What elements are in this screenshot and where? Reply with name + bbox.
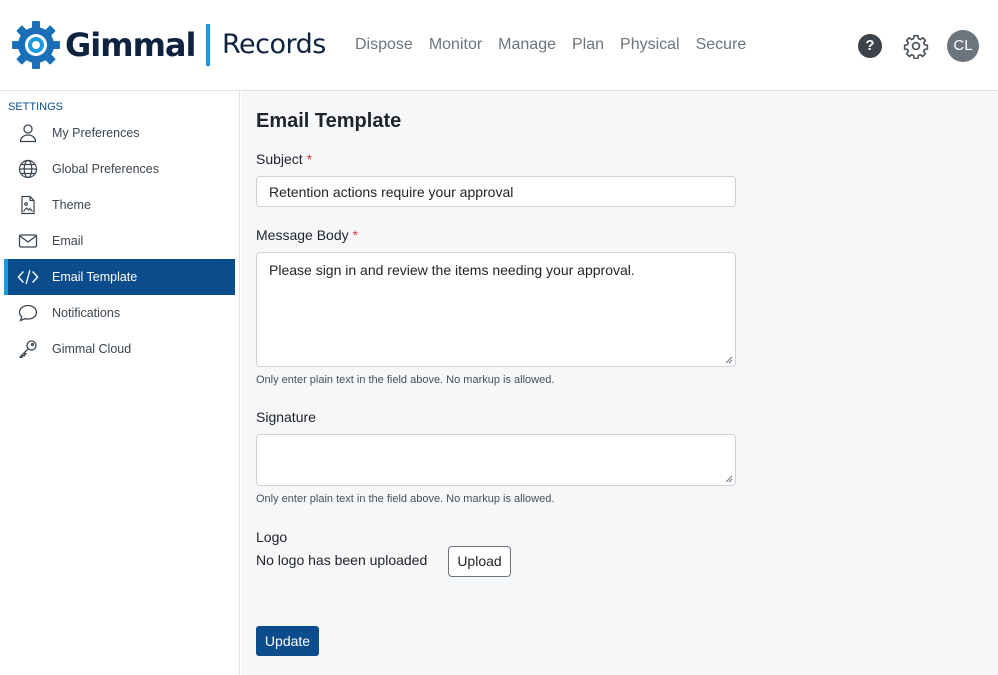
sidebar-item-email-template[interactable]: Email Template (4, 259, 235, 295)
sidebar-item-label: Notifications (52, 306, 121, 320)
required-mark: * (306, 151, 313, 167)
gear-icon[interactable] (903, 33, 929, 59)
signature-help: Only enter plain text in the field above… (256, 493, 555, 505)
sidebar-item-label: Email (52, 234, 84, 248)
sidebar-item-gimmal-cloud[interactable]: Gimmal Cloud (4, 331, 235, 367)
signature-label: Signature (256, 409, 316, 425)
main-content: Email Template Subject * Message Body * … (241, 91, 998, 675)
key-icon (17, 338, 39, 360)
app-name: Records (222, 29, 326, 60)
envelope-icon (17, 230, 39, 252)
subject-input[interactable] (256, 176, 736, 207)
sidebar-item-label: My Preferences (52, 126, 140, 140)
sidebar-heading: SETTINGS (8, 101, 64, 113)
gear-logo-icon (12, 21, 60, 69)
top-header: Gimmal Records Dispose Monitor Manage Pl… (0, 0, 998, 91)
resize-handle-icon[interactable] (725, 356, 733, 364)
code-icon (17, 266, 39, 288)
sidebar-item-label: Theme (52, 198, 91, 212)
nav-manage[interactable]: Manage (498, 36, 556, 54)
sidebar-item-notifications[interactable]: Notifications (4, 295, 235, 331)
sidebar-item-label: Gimmal Cloud (52, 342, 132, 356)
message-body-label: Message Body * (256, 227, 358, 243)
sidebar-item-label: Email Template (52, 270, 138, 284)
signature-textarea[interactable] (256, 434, 736, 486)
sidebar-item-label: Global Preferences (52, 162, 160, 176)
logo-divider (206, 24, 210, 66)
nav-monitor[interactable]: Monitor (429, 36, 482, 54)
sidebar-item-theme[interactable]: Theme (4, 187, 235, 223)
logo-label: Logo (256, 529, 288, 545)
nav-plan[interactable]: Plan (572, 36, 604, 54)
nav-secure[interactable]: Secure (696, 36, 747, 54)
main-nav: Dispose Monitor Manage Plan Physical Sec… (355, 36, 762, 54)
globe-icon (17, 158, 39, 180)
resize-handle-icon[interactable] (725, 475, 733, 483)
nav-physical[interactable]: Physical (620, 36, 680, 54)
sidebar-item-email[interactable]: Email (4, 223, 235, 259)
sidebar-item-global-preferences[interactable]: Global Preferences (4, 151, 235, 187)
brand-logo[interactable]: Gimmal (11, 20, 196, 70)
update-button[interactable]: Update (256, 626, 319, 656)
page-title: Email Template (256, 110, 402, 132)
logo-status: No logo has been uploaded (256, 552, 428, 568)
user-avatar[interactable]: CL (947, 30, 979, 62)
settings-sidebar: SETTINGS My Preferences Global Preferenc… (0, 91, 240, 675)
message-body-textarea[interactable]: Please sign in and review the items need… (256, 252, 736, 367)
chat-bubble-icon (17, 302, 39, 324)
help-icon[interactable]: ? (858, 34, 882, 58)
user-icon (17, 122, 39, 144)
subject-label: Subject * (256, 151, 313, 167)
message-body-help: Only enter plain text in the field above… (256, 374, 555, 386)
message-body-text: Please sign in and review the items need… (269, 262, 635, 278)
upload-button[interactable]: Upload (448, 546, 511, 577)
nav-dispose[interactable]: Dispose (355, 36, 413, 54)
sidebar-item-my-preferences[interactable]: My Preferences (4, 115, 235, 151)
image-file-icon (17, 194, 39, 216)
brand-name: Gimmal (65, 26, 196, 64)
required-mark: * (352, 227, 358, 243)
